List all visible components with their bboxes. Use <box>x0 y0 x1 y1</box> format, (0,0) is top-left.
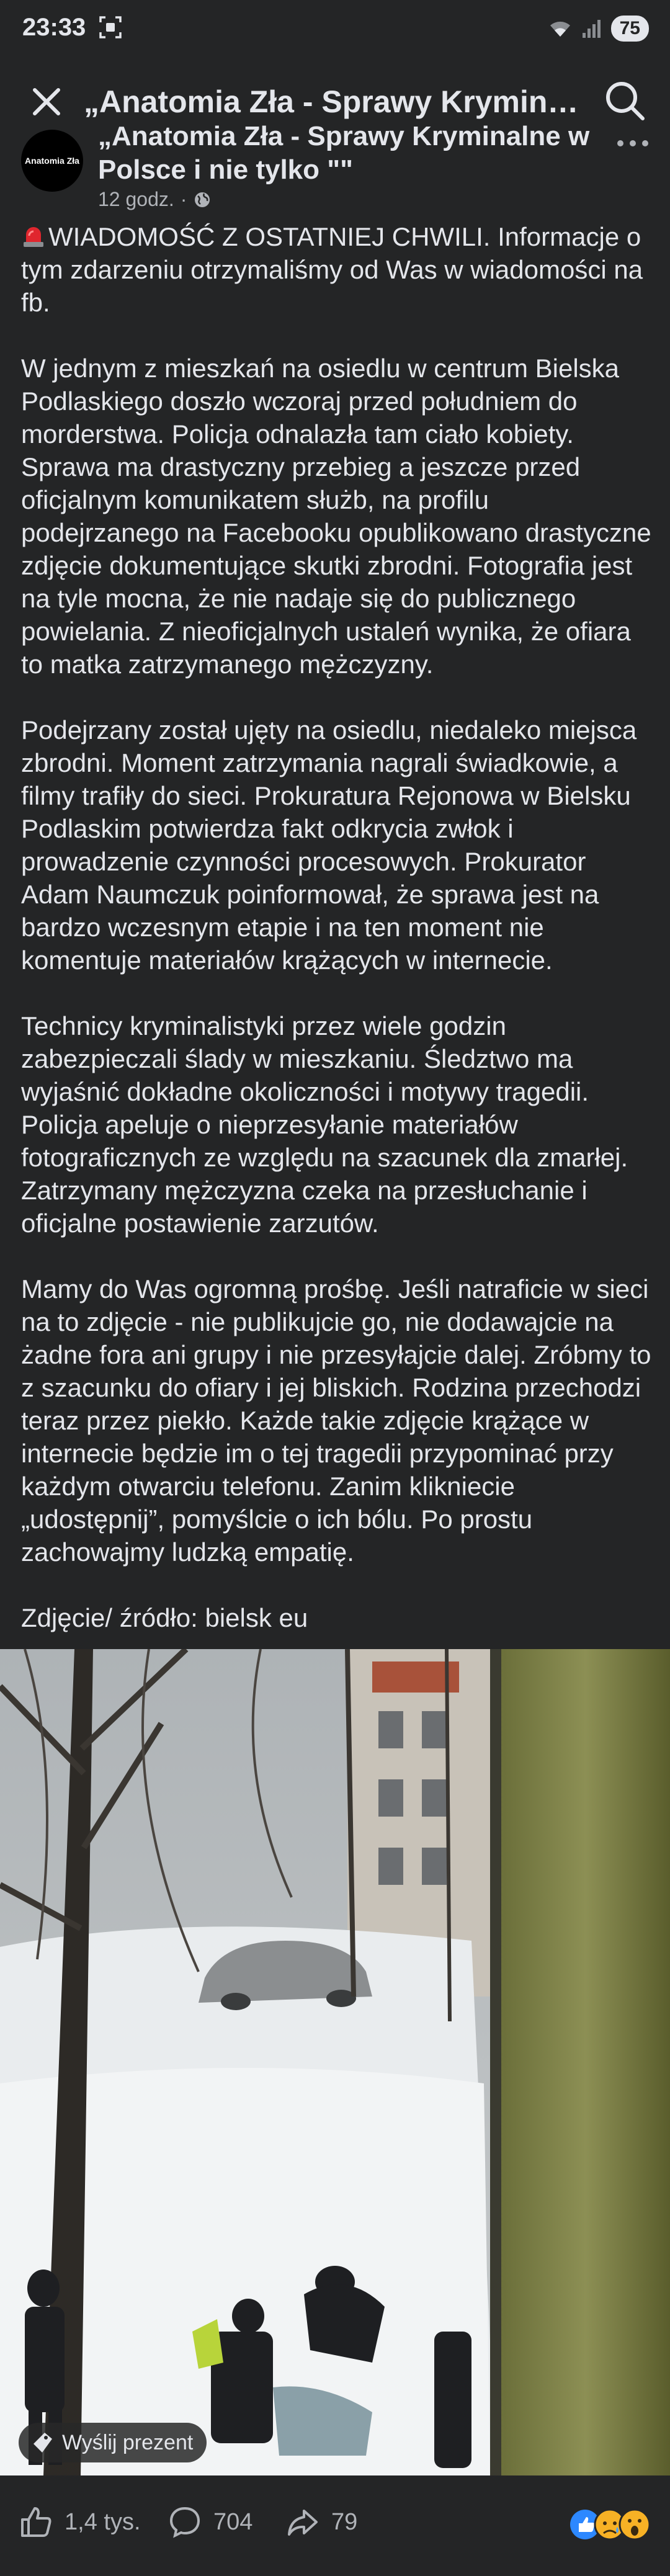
share-icon <box>288 2510 318 2536</box>
battery-indicator: 75 <box>610 16 649 42</box>
comment-icon <box>169 2507 200 2538</box>
post-paragraph: Mamy do Was ogromną prośbę. Jeśli natraf… <box>21 1274 651 1567</box>
like-icon <box>21 2507 51 2537</box>
reactions-summary[interactable] <box>568 2506 654 2543</box>
gift-icon <box>34 2433 52 2453</box>
status-bar: 23:33 75 <box>0 0 670 59</box>
share-button[interactable]: 79 <box>285 2505 357 2539</box>
post-text: WIADOMOŚĆ Z OSTATNIEJ CHWILI. Informacje… <box>21 220 654 1634</box>
like-count: 1,4 tys. <box>65 2508 141 2535</box>
screenshot-icon <box>99 16 122 38</box>
post-paragraph: Podejrzany został ujęty na osiedlu, nied… <box>21 715 637 975</box>
post-meta: 12 godz. · <box>98 188 212 211</box>
comment-button[interactable]: 704 <box>168 2505 252 2539</box>
more-icon[interactable] <box>614 131 651 156</box>
post-source: Zdjęcie/ źródło: bielsk eu <box>21 1603 308 1632</box>
page-name[interactable]: „Anatomia Zła - Sprawy Kryminalne w Pols… <box>98 120 594 187</box>
action-bar: 1,4 tys. 704 79 <box>0 2479 670 2576</box>
post-time: 12 godz. <box>98 188 174 210</box>
photo-scene <box>0 1649 670 2475</box>
send-gift-label: Wyślij prezent <box>62 2430 194 2454</box>
avatar[interactable]: Anatomia Zła <box>21 130 83 192</box>
comment-count: 704 <box>213 2508 253 2535</box>
status-time: 23:33 <box>22 14 86 41</box>
globe-icon <box>195 192 210 207</box>
police-light-icon <box>24 227 43 247</box>
post-paragraph: W jednym z mieszkań na osiedlu w centrum… <box>21 354 651 679</box>
wifi-icon <box>550 21 570 37</box>
post-header: Anatomia Zła „Anatomia Zła - Sprawy Krym… <box>0 115 670 214</box>
status-icons: 75 <box>548 14 649 43</box>
share-count: 79 <box>331 2508 358 2535</box>
send-gift-button[interactable]: Wyślij prezent <box>19 2423 207 2462</box>
meta-separator: · <box>180 188 187 210</box>
post-photo[interactable] <box>0 1649 670 2475</box>
avatar-logo-text: Anatomia Zła <box>25 156 79 166</box>
signal-icon <box>582 20 601 38</box>
like-button[interactable]: 1,4 tys. <box>19 2505 141 2539</box>
post-paragraph: WIADOMOŚĆ Z OSTATNIEJ CHWILI. Informacje… <box>21 222 643 317</box>
wow-reaction-icon <box>619 2508 651 2541</box>
post-paragraph: Technicy kryminalistyki przez wiele godz… <box>21 1011 628 1238</box>
